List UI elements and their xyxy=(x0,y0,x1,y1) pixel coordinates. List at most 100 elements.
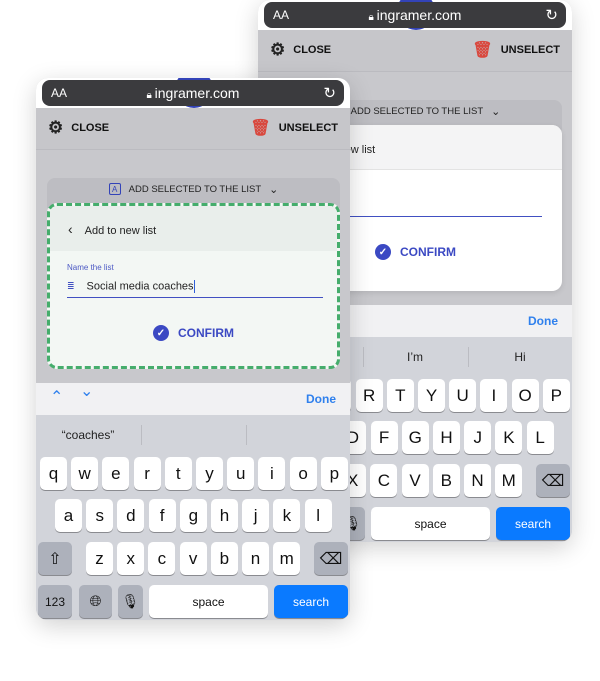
key-f[interactable]: F xyxy=(370,421,398,454)
key-l[interactable]: L xyxy=(526,421,554,454)
key-c[interactable]: c xyxy=(148,542,176,575)
globe-icon: 🌐︎ xyxy=(89,593,102,610)
key-z[interactable]: z xyxy=(86,542,113,575)
key-t[interactable]: t xyxy=(164,457,192,490)
key-l[interactable]: l xyxy=(304,499,332,532)
domain-text: ingramer.com xyxy=(154,85,240,101)
address-bar[interactable]: AA 🔒︎ ingramer.com ↻ xyxy=(264,2,566,28)
key-n[interactable]: N xyxy=(464,464,491,497)
unselect-button[interactable]: 🗑︎ UNSELECT xyxy=(472,40,560,60)
confirm-button[interactable]: ✓ CONFIRM xyxy=(50,325,337,341)
key-i[interactable]: I xyxy=(480,379,508,412)
key-i[interactable]: i xyxy=(258,457,286,490)
key-p[interactable]: p xyxy=(320,457,348,490)
space-key[interactable]: space xyxy=(371,507,490,540)
key-f[interactable]: f xyxy=(148,499,176,532)
shift-key[interactable]: ⇧ xyxy=(38,542,72,575)
key-u[interactable]: u xyxy=(227,457,255,490)
trash-icon: 🗑︎ xyxy=(472,42,493,59)
numbers-key[interactable]: 123 xyxy=(38,585,72,618)
key-r[interactable]: R xyxy=(355,379,383,412)
key-o[interactable]: o xyxy=(289,457,317,490)
dialog-title: Add to new list xyxy=(84,225,157,237)
globe-key[interactable]: 🌐︎ xyxy=(79,585,112,618)
key-h[interactable]: H xyxy=(433,421,460,454)
key-m[interactable]: M xyxy=(495,464,523,497)
backspace-icon: ⌫ xyxy=(541,472,565,490)
chevron-down-icon: ⌄ xyxy=(491,105,501,118)
confirm-label: CONFIRM xyxy=(400,245,456,259)
chevron-up-icon[interactable]: ⌃ xyxy=(50,387,63,407)
key-g[interactable]: G xyxy=(401,421,429,454)
suggestion-item[interactable] xyxy=(246,415,350,455)
key-h[interactable]: h xyxy=(211,499,238,532)
reload-icon[interactable]: ↻ xyxy=(545,6,558,24)
check-circle-icon: ✓ xyxy=(375,244,391,260)
back-chevron-icon[interactable]: ‹ xyxy=(68,221,73,237)
key-n[interactable]: n xyxy=(242,542,269,575)
done-button[interactable]: Done xyxy=(528,314,558,328)
reload-icon[interactable]: ↻ xyxy=(323,84,336,102)
list-name-input[interactable]: ≣ Social media coaches xyxy=(67,275,323,298)
close-label: CLOSE xyxy=(293,44,332,56)
suggestion-item[interactable]: I’m xyxy=(363,337,467,377)
gear-icon: ⚙ xyxy=(48,118,64,137)
selection-header: ⚙ CLOSE 🗑︎ UNSELECT xyxy=(36,108,350,150)
microphone-key[interactable]: 🎙︎ xyxy=(118,585,143,618)
key-d[interactable]: d xyxy=(117,499,145,532)
address-bar[interactable]: AA 🔒︎ ingramer.com ↻ xyxy=(42,80,344,106)
key-k[interactable]: K xyxy=(495,421,523,454)
key-s[interactable]: s xyxy=(86,499,114,532)
space-key[interactable]: space xyxy=(149,585,268,618)
backspace-key[interactable]: ⌫ xyxy=(314,542,348,575)
key-p[interactable]: P xyxy=(542,379,570,412)
key-b[interactable]: B xyxy=(432,464,460,497)
unselect-button[interactable]: 🗑︎ UNSELECT xyxy=(250,118,338,138)
url-display[interactable]: 🔒︎ ingramer.com xyxy=(264,7,566,23)
search-key[interactable]: search xyxy=(274,585,348,618)
chevron-down-icon[interactable]: ⌄ xyxy=(80,381,93,401)
microphone-icon: 🎙︎ xyxy=(121,593,140,609)
key-k[interactable]: k xyxy=(273,499,301,532)
close-button[interactable]: ⚙ CLOSE xyxy=(270,40,331,60)
add-to-list-label: ADD SELECTED TO THE LIST xyxy=(128,183,262,195)
key-t[interactable]: T xyxy=(386,379,414,412)
text-field-icon: ≣ xyxy=(67,280,75,291)
unselect-label: UNSELECT xyxy=(500,44,560,56)
close-button[interactable]: ⚙ CLOSE xyxy=(48,118,109,138)
key-v[interactable]: v xyxy=(179,542,207,575)
key-w[interactable]: w xyxy=(71,457,99,490)
suggestion-item[interactable]: Hi xyxy=(468,337,572,377)
key-b[interactable]: b xyxy=(210,542,238,575)
shift-icon: ⇧ xyxy=(48,550,62,568)
field-value-text: Social media coaches xyxy=(86,279,194,292)
keyboard: “coaches” q w e r t y u i o p a s d f g h j k l z x c v b n m ⇧ ⌫ 123… xyxy=(36,415,350,620)
backspace-key[interactable]: ⌫ xyxy=(536,464,570,497)
key-x[interactable]: x xyxy=(117,542,145,575)
key-v[interactable]: V xyxy=(401,464,429,497)
suggestion-item[interactable] xyxy=(141,415,245,455)
dialog-header[interactable]: ‹ Add to new list xyxy=(50,206,337,251)
key-y[interactable]: y xyxy=(196,457,223,490)
key-g[interactable]: g xyxy=(179,499,207,532)
unselect-label: UNSELECT xyxy=(278,122,338,134)
suggestion-item[interactable]: “coaches” xyxy=(36,415,140,455)
key-m[interactable]: m xyxy=(273,542,301,575)
key-c[interactable]: C xyxy=(370,464,398,497)
key-y[interactable]: Y xyxy=(418,379,445,412)
key-q[interactable]: q xyxy=(40,457,67,490)
chevron-down-icon: ⌄ xyxy=(269,183,279,196)
done-button[interactable]: Done xyxy=(306,392,336,406)
confirm-label: CONFIRM xyxy=(178,326,234,340)
search-key[interactable]: search xyxy=(496,507,570,540)
key-a[interactable]: a xyxy=(55,499,82,532)
key-j[interactable]: J xyxy=(464,421,492,454)
url-display[interactable]: 🔒︎ ingramer.com xyxy=(42,85,344,101)
lock-icon: 🔒︎ xyxy=(368,12,377,23)
key-r[interactable]: r xyxy=(133,457,161,490)
key-o[interactable]: O xyxy=(511,379,539,412)
front-phone-screenshot: AA 🔒︎ ingramer.com ↻ ⚙ CLOSE 🗑︎ UNSELECT A ADD S… xyxy=(36,78,350,620)
key-e[interactable]: e xyxy=(102,457,130,490)
key-j[interactable]: j xyxy=(242,499,270,532)
key-u[interactable]: U xyxy=(449,379,477,412)
